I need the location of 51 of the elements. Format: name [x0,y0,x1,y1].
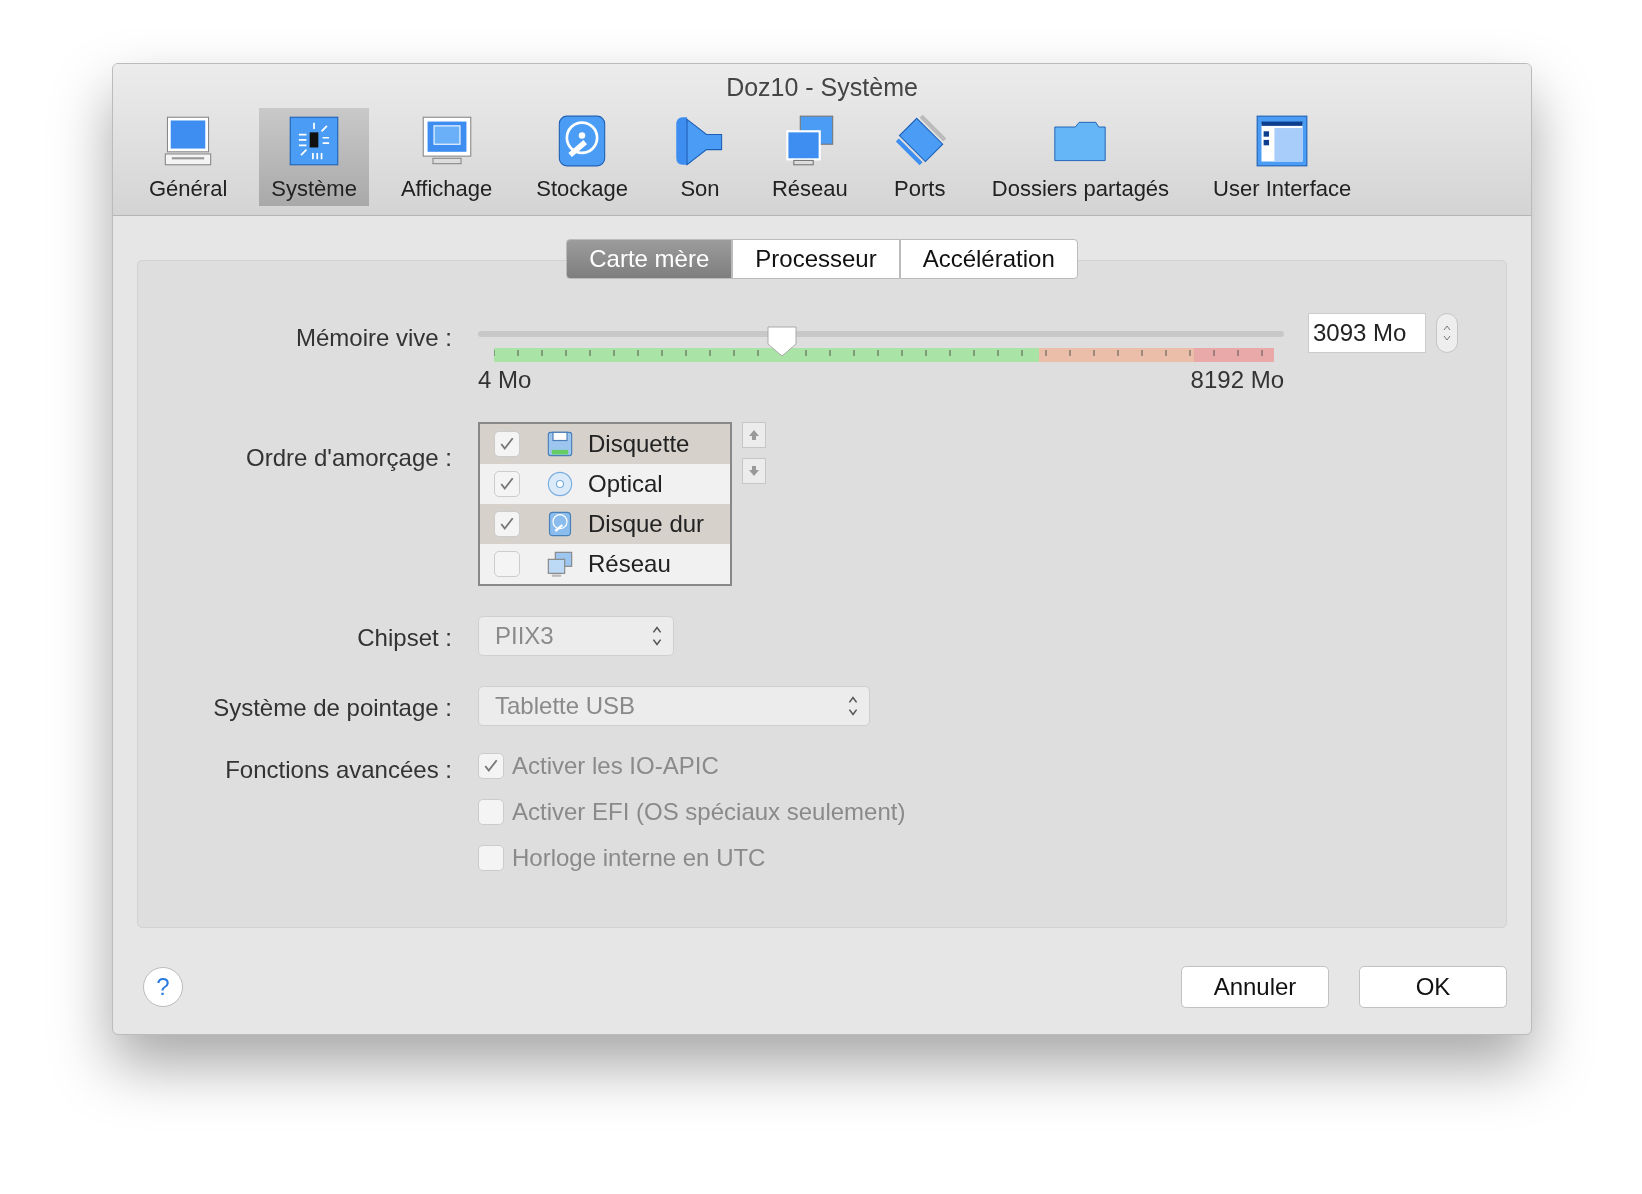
checkbox[interactable] [494,511,520,537]
field-label: Mémoire vive : [294,323,452,353]
field-label: Ordre d'amorçage : [245,443,452,473]
up-down-chevron-icon [651,624,663,648]
up-down-chevron-icon [847,694,859,718]
checkbox[interactable] [494,431,520,457]
checkbox[interactable] [494,471,520,497]
checkmark-icon [499,476,515,492]
checkbox[interactable] [494,551,520,577]
help-button[interactable]: ? [143,967,183,1007]
boot-item[interactable]: Disque dur [480,504,730,544]
boot-item[interactable]: Optical [480,464,730,504]
floppy-icon [546,430,574,458]
checkbox-label: Horloge interne en UTC [512,844,766,872]
memory-input[interactable]: 3093 Mo [1308,313,1426,353]
tab[interactable]: Processeur [732,239,900,279]
checkbox-label: Activer EFI (OS spéciaux seulement) [512,798,906,826]
boot-item[interactable]: Réseau [480,544,730,584]
ok-button[interactable]: OK [1359,966,1507,1008]
disc-icon [546,470,574,498]
tab[interactable]: Accélération [899,239,1078,279]
field-label: Système de pointage : [212,693,452,723]
max-value-label: 8192 Mo [1190,366,1284,394]
slider-thumb[interactable] [764,324,799,358]
up-arrow-icon [748,429,760,441]
toolbar-tab[interactable]: User Interface [1201,108,1364,206]
cancel-button[interactable]: Annuler [1181,966,1329,1008]
toolbar-tab[interactable]: Son [659,108,740,206]
checkmark-icon [483,758,499,774]
field-label: Chipset : [356,623,452,653]
toolbar-tab[interactable]: Stockage [524,108,640,206]
window-title: Doz10 - Système [725,72,919,103]
field-label: Fonctions avancées : [224,755,452,785]
toolbar-tab[interactable]: Général [137,108,240,206]
checkmark-icon [499,436,515,452]
boot-item[interactable]: Disquette [480,424,730,464]
toolbar-tab[interactable]: Dossiers partagés [979,108,1182,206]
toolbar-tab[interactable]: Système [259,108,369,206]
stepper[interactable] [1436,313,1458,353]
memory-slider[interactable] [478,324,1284,358]
checkbox-label: Activer les IO-APIC [512,752,719,780]
move-up-button[interactable] [742,422,766,448]
toolbar-tab[interactable]: Affichage [388,108,505,206]
toolbar-tab[interactable]: Réseau [759,108,860,206]
min-value-label: 4 Mo [478,366,532,394]
toolbar-tab[interactable]: Ports [879,108,960,206]
checkmark-icon [499,516,515,532]
network-icon [546,550,574,578]
up-down-chevron-icon [1442,323,1452,343]
down-arrow-icon [748,465,760,477]
move-down-button[interactable] [742,458,766,484]
